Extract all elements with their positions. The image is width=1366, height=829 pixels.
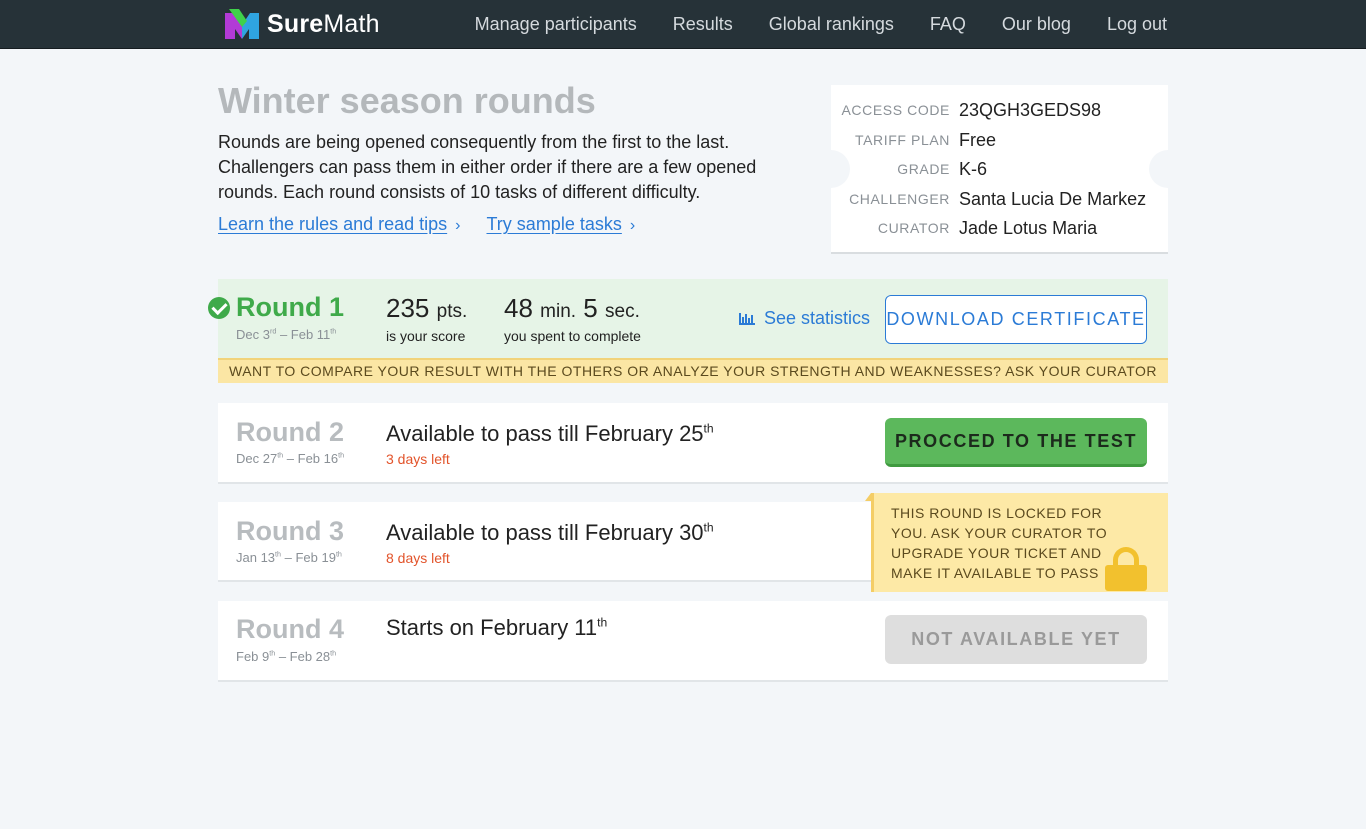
curator-banner: WANT TO COMPARE YOUR RESULT WITH THE OTH… <box>218 358 1168 383</box>
chevron-right-icon: › <box>455 217 461 234</box>
page-title: Winter season rounds <box>218 80 596 121</box>
ticket-row-challenger: CHALLENGER Santa Lucia De Markez <box>831 185 1168 213</box>
ticket-key: ACCESS CODE <box>841 102 950 118</box>
round-title: Round 4 <box>236 614 344 644</box>
ticket-key: GRADE <box>897 161 950 177</box>
nav-results[interactable]: Results <box>673 14 733 35</box>
nav-our-blog[interactable]: Our blog <box>1002 14 1071 35</box>
lock-icon <box>1105 547 1147 591</box>
ticket-card: ACCESS CODE 23QGH3GEDS98 TARIFF PLAN Fre… <box>812 85 1187 254</box>
days-left: 8 days left <box>386 550 450 566</box>
round-dates: Dec 27th – Feb 16th <box>236 451 345 466</box>
bar-chart-icon <box>739 312 755 325</box>
round-title: Round 2 <box>236 417 344 447</box>
nav-manage-participants[interactable]: Manage participants <box>475 14 637 35</box>
ticket-value: Free <box>959 129 997 150</box>
round-1-card: Round 1 Dec 3rd – Feb 11th 235 pts. is y… <box>208 279 1168 358</box>
see-statistics-label: See statistics <box>764 308 871 328</box>
time-value: 48 min. 5 sec. <box>504 293 640 323</box>
availability-text: Available to pass till February 25th <box>386 421 714 446</box>
round-dates: Dec 3rd – Feb 11th <box>236 327 337 342</box>
ticket-value: K-6 <box>959 158 988 179</box>
score-caption: is your score <box>386 328 466 344</box>
round-title: Round 3 <box>236 516 344 546</box>
ticket-value: Santa Lucia De Markez <box>959 188 1147 209</box>
ticket-row-grade: GRADE K-6 <box>831 155 1168 183</box>
rules-link-label: Learn the rules and read tips <box>218 214 448 234</box>
top-navbar: SureMath Manage participants Results Glo… <box>0 0 1366 49</box>
nav-faq[interactable]: FAQ <box>930 14 966 35</box>
sample-tasks-link-label: Try sample tasks <box>486 214 622 234</box>
not-available-button: NOT AVAILABLE YET <box>885 615 1147 664</box>
intro-text: Rounds are being opened consequently fro… <box>218 132 757 202</box>
ticket-value: 23QGH3GEDS98 <box>959 99 1102 120</box>
proceed-to-test-button[interactable]: PROCCED TO THE TEST <box>885 418 1147 467</box>
availability-text: Available to pass till February 30th <box>386 520 714 545</box>
starts-text: Starts on February 11th <box>386 615 608 640</box>
score-value: 235 pts. <box>386 293 468 323</box>
sample-tasks-link[interactable]: Try sample tasks › <box>486 214 635 235</box>
locked-text: THIS ROUND IS LOCKED FOR YOU. ASK YOUR C… <box>891 505 1108 581</box>
nav-global-rankings[interactable]: Global rankings <box>769 14 894 35</box>
time-caption: you spent to complete <box>504 328 641 344</box>
round-2-card: Round 2 Dec 27th – Feb 16th Available to… <box>218 403 1168 484</box>
ticket-key: CURATOR <box>877 220 950 236</box>
round-title: Round 1 <box>236 292 344 322</box>
app-name: SureMath <box>267 9 380 38</box>
see-statistics-link[interactable]: See statistics <box>739 308 870 329</box>
logo[interactable]: SureMath <box>225 8 380 40</box>
ticket-value: Jade Lotus Maria <box>959 217 1098 238</box>
round-dates: Jan 13th – Feb 19th <box>236 550 342 565</box>
chevron-right-icon: › <box>629 217 636 234</box>
round-dates: Feb 9th – Feb 28th <box>236 649 337 664</box>
main-nav: Manage participants Results Global ranki… <box>475 0 1167 49</box>
rules-link[interactable]: Learn the rules and read tips › <box>218 214 460 235</box>
check-circle-icon <box>208 297 230 319</box>
days-left: 3 days left <box>386 451 450 467</box>
ticket-key: CHALLENGER <box>849 191 950 207</box>
logo-icon <box>225 9 259 39</box>
ticket-row-curator: CURATOR Jade Lotus Maria <box>831 214 1168 242</box>
intro-links: Learn the rules and read tips › Try sampl… <box>218 214 661 235</box>
nav-log-out[interactable]: Log out <box>1107 14 1167 35</box>
ticket-row-access-code: ACCESS CODE 23QGH3GEDS98 <box>831 96 1168 124</box>
round-4-card: Round 4 Feb 9th – Feb 28th Starts on Feb… <box>218 601 1168 682</box>
ticket-row-tariff-plan: TARIFF PLAN Free <box>831 126 1168 154</box>
round-locked-notice: THIS ROUND IS LOCKED FOR YOU. ASK YOUR C… <box>865 493 1168 592</box>
download-certificate-button[interactable]: DOWNLOAD CERTIFICATE <box>885 295 1147 344</box>
ticket-key: TARIFF PLAN <box>854 132 950 148</box>
